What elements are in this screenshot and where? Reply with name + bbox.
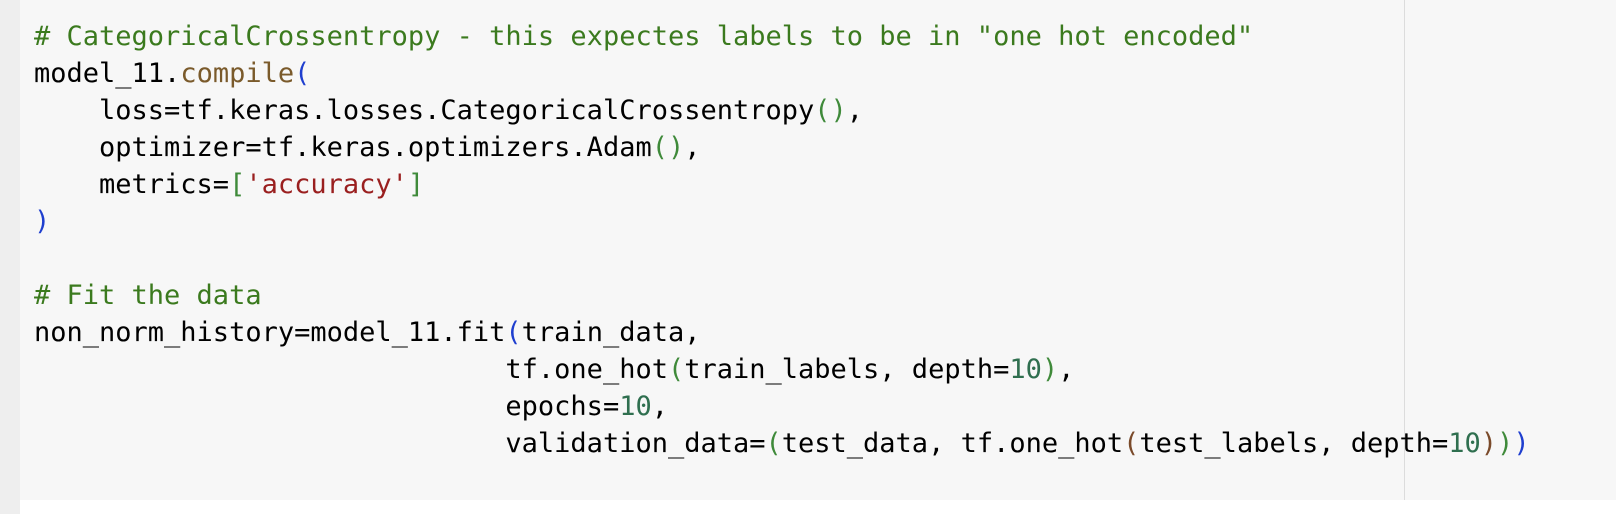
code-token-default: loss=tf.keras.losses.CategoricalCrossent… (34, 95, 815, 126)
code-token-default: train_data, (521, 317, 701, 348)
code-token-paren-brown: ( (1123, 428, 1140, 459)
code-token-paren-green: ( (765, 428, 782, 459)
code-line: ​ (34, 240, 1530, 277)
cell-gutter (0, 0, 20, 514)
code-line: model_11.compile( (34, 55, 1530, 92)
code-token-number: 10 (619, 391, 652, 422)
code-line: # CategoricalCrossentropy - this expecte… (34, 18, 1530, 55)
code-token-paren-brown: ) (1480, 428, 1498, 459)
code-token-default: test_data, tf.one_hot (781, 428, 1124, 459)
code-line: non_norm_history=model_11.fit(train_data… (34, 314, 1530, 351)
code-token-default: , (684, 132, 701, 163)
code-token-string: 'accuracy' (245, 169, 408, 200)
code-line: ) (34, 203, 1530, 240)
code-token-paren-blue: ( (505, 317, 522, 348)
code-token-default: optimizer=tf.keras.optimizers.Adam (34, 132, 652, 163)
code-token-default: , (846, 95, 864, 126)
code-token-default: , (1058, 354, 1075, 385)
code-token-default: non_norm_history=model_11.fit (34, 317, 506, 348)
code-token-paren-green: [ (229, 169, 246, 200)
code-token-paren-green: ] (407, 169, 425, 200)
code-token-comment: # CategoricalCrossentropy - this expecte… (34, 21, 1254, 52)
code-token-function: compile (180, 58, 295, 89)
code-token-paren-green: () (651, 132, 685, 163)
code-token-default: model_11. (34, 58, 181, 89)
code-token-comment: # Fit the data (34, 280, 262, 311)
code-token-paren-green: ) (1497, 428, 1514, 459)
code-token-default: tf.one_hot (34, 354, 668, 385)
code-token-number: 10 (1009, 354, 1042, 385)
code-line: loss=tf.keras.losses.CategoricalCrossent… (34, 92, 1530, 129)
code-line: validation_data=(test_data, tf.one_hot(t… (34, 425, 1530, 462)
code-token-default: , (651, 391, 668, 422)
code-token-paren-green: ) (1041, 354, 1059, 385)
code-token-paren-blue: ( (294, 58, 311, 89)
code-line: # Fit the data (34, 277, 1530, 314)
code-token-paren-blue: ) (1513, 428, 1530, 459)
code-token-default: test_labels, depth= (1139, 428, 1449, 459)
code-token-default: metrics= (34, 169, 230, 200)
code-token-default: validation_data= (34, 428, 766, 459)
code-token-paren-blue: ) (34, 206, 51, 237)
code-token-paren-green: ( (667, 354, 685, 385)
code-token-number: 10 (1448, 428, 1481, 459)
code-line: metrics=['accuracy'] (34, 166, 1530, 203)
code-line: epochs=10, (34, 388, 1530, 425)
code-line: tf.one_hot(train_labels, depth=10), (34, 351, 1530, 388)
code-token-default: epochs= (34, 391, 620, 422)
code-area[interactable]: # CategoricalCrossentropy - this expecte… (34, 18, 1530, 462)
code-line: optimizer=tf.keras.optimizers.Adam(), (34, 129, 1530, 166)
code-token-default: train_labels, depth= (684, 354, 1010, 385)
code-token-paren-green: () (814, 95, 847, 126)
